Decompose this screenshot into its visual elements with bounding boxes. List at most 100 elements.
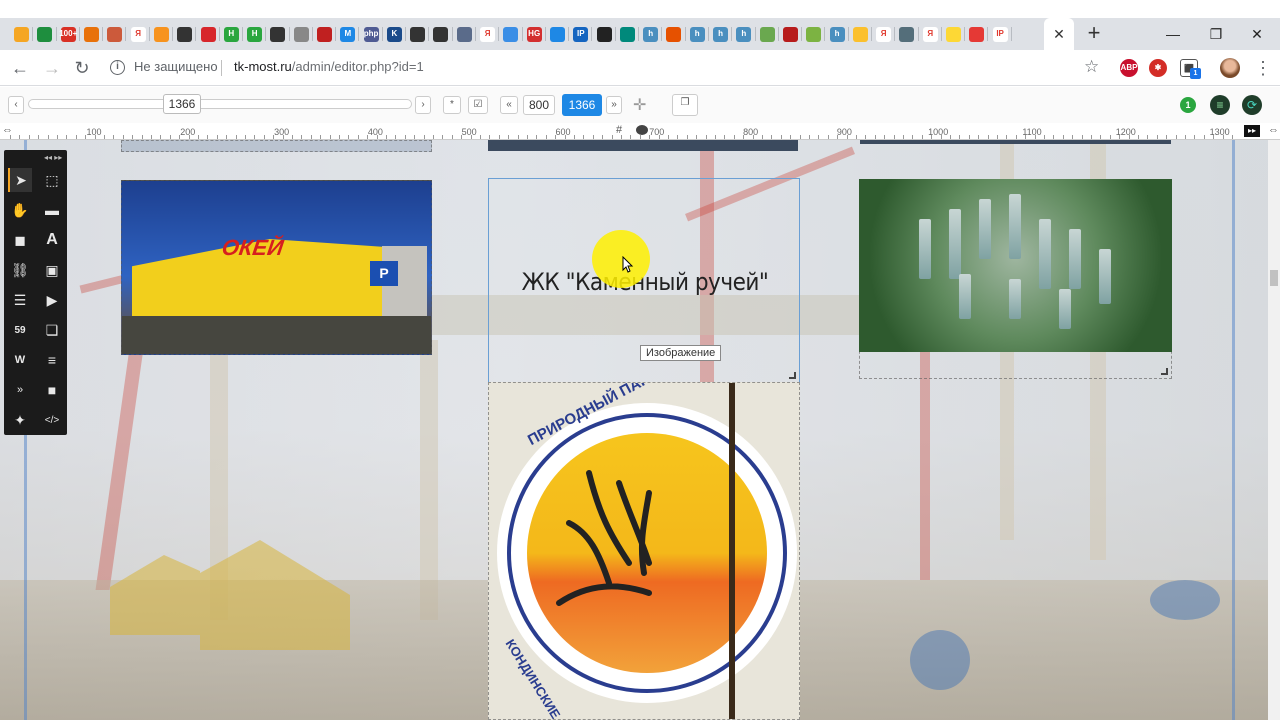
image-tool-icon[interactable]: ▣ [40, 258, 64, 282]
tab[interactable] [290, 18, 314, 50]
link-tool-icon[interactable]: ⛓ [8, 258, 32, 282]
tab[interactable]: Я [872, 18, 896, 50]
hand-tool-icon[interactable]: ✋ [8, 198, 32, 222]
tab[interactable]: h [639, 18, 663, 50]
profile-avatar[interactable] [1220, 58, 1240, 78]
block-above-left[interactable] [121, 140, 432, 152]
tab[interactable] [429, 18, 453, 50]
active-tab[interactable]: ✕ [1044, 18, 1074, 50]
close-window-button[interactable]: ✕ [1234, 18, 1280, 50]
tab[interactable]: Я [126, 18, 151, 50]
tab[interactable] [756, 18, 780, 50]
tab[interactable]: Н [243, 18, 267, 50]
shape-tool-icon[interactable]: ■ [40, 378, 64, 402]
block-tool-icon[interactable]: ◼ [8, 228, 32, 252]
resize-handle[interactable] [1161, 368, 1168, 375]
tab[interactable] [802, 18, 826, 50]
tab[interactable]: HG [523, 18, 547, 50]
handshake-tool-icon[interactable]: ✦ [8, 408, 32, 432]
tab[interactable]: h [732, 18, 756, 50]
copy-pages-icon[interactable]: ❐ [672, 94, 698, 116]
slider-right-button[interactable]: › [415, 96, 431, 114]
text-tool-icon[interactable]: A [40, 228, 64, 252]
image-okey-store[interactable]: ОКЕЙ P [121, 180, 432, 355]
video-tool-icon[interactable]: ▶ [40, 288, 64, 312]
tab[interactable] [895, 18, 919, 50]
browser-menu-icon[interactable]: ⋮ [1254, 56, 1272, 80]
tab[interactable] [965, 18, 989, 50]
tab[interactable] [499, 18, 523, 50]
word-tool-icon[interactable]: W [8, 348, 32, 372]
tab[interactable]: h [709, 18, 733, 50]
sync-icon[interactable]: ⟳ [1242, 95, 1262, 115]
image-park-logo[interactable]: ПРИРОДНЫЙ ПАРК КОНДИНСКИЕ ОЗ [488, 382, 800, 720]
slider-value[interactable]: 1366 [163, 94, 201, 114]
ruler-resize-right-icon[interactable]: ⇔ [1268, 124, 1279, 136]
width-1366-button[interactable]: 1366 [562, 94, 602, 116]
tab[interactable] [662, 18, 686, 50]
tab[interactable] [33, 18, 57, 50]
tab[interactable]: Я [919, 18, 943, 50]
width-800-button[interactable]: 800 [523, 95, 555, 115]
toolbox-collapse-icon[interactable]: ◂◂ ▸▸ [44, 153, 62, 162]
tab[interactable] [779, 18, 803, 50]
next-width-button[interactable]: » [606, 96, 622, 114]
tab[interactable] [406, 18, 430, 50]
restore-button[interactable]: ❐ [1193, 18, 1239, 50]
back-button[interactable]: ← [8, 56, 32, 80]
layers-icon[interactable]: ≡ [1210, 95, 1230, 115]
info-icon[interactable]: i [110, 60, 125, 75]
scrollbar-thumb[interactable] [1270, 270, 1278, 286]
menu-tool-icon[interactable]: ≡ [40, 348, 64, 372]
minimize-button[interactable]: — [1150, 18, 1196, 50]
image-aerial-complex[interactable] [859, 179, 1172, 352]
tab[interactable]: Н [220, 18, 244, 50]
slider-tool-icon[interactable]: » [8, 378, 32, 402]
tab[interactable]: M [336, 18, 360, 50]
asterisk-button[interactable]: * [443, 96, 461, 114]
tab[interactable]: h [686, 18, 710, 50]
lastpass-icon[interactable]: ✱ [1149, 59, 1167, 77]
tab[interactable] [942, 18, 966, 50]
adblock-plus-icon[interactable]: ABP [1120, 59, 1138, 77]
ruler-expand-icon[interactable]: ▸▸ [1244, 125, 1260, 137]
tab[interactable] [10, 18, 34, 50]
notification-badge[interactable]: 1 [1180, 97, 1196, 113]
tab[interactable]: K [383, 18, 407, 50]
tab[interactable]: h [825, 18, 849, 50]
prev-width-button[interactable]: « [500, 96, 518, 114]
strip-tool-icon[interactable]: ▬ [40, 198, 64, 222]
checkbox-toggle-button[interactable]: ☑ [468, 96, 488, 114]
counter-tool-icon[interactable]: 59 [8, 318, 32, 342]
reload-button[interactable]: ↻ [70, 56, 94, 80]
code-tool-icon[interactable]: </> [40, 408, 64, 432]
address-bar[interactable]: i Не защищено tk-most.ru/admin/editor.ph… [104, 55, 1114, 81]
block-above-right[interactable] [860, 140, 1171, 144]
ruler-marker-icon[interactable] [636, 125, 648, 135]
slider-left-button[interactable]: ‹ [8, 96, 24, 114]
tab[interactable]: IP [988, 18, 1013, 50]
resize-handle[interactable] [789, 372, 796, 379]
tab[interactable] [592, 18, 617, 50]
tab[interactable]: IP [569, 18, 593, 50]
tab[interactable] [173, 18, 197, 50]
list-tool-icon[interactable]: ☰ [8, 288, 32, 312]
canvas-scrollbar[interactable] [1268, 140, 1280, 720]
tab[interactable]: Я [476, 18, 500, 50]
add-width-icon[interactable]: ✛ [633, 95, 646, 115]
tab[interactable] [266, 18, 290, 50]
tab[interactable] [849, 18, 873, 50]
block-above-center[interactable] [488, 140, 798, 151]
close-tab-icon[interactable]: ✕ [1053, 26, 1065, 43]
tab[interactable] [150, 18, 174, 50]
tab[interactable] [196, 18, 220, 50]
width-slider[interactable] [28, 99, 412, 109]
select-tool-icon[interactable]: ➤ [8, 168, 32, 192]
url-text[interactable]: tk-most.ru/admin/editor.php?id=1 [234, 59, 424, 74]
new-tab-button[interactable]: + [1082, 22, 1106, 46]
forward-button[interactable]: → [40, 56, 64, 80]
gallery-tool-icon[interactable]: ❏ [40, 318, 64, 342]
tab[interactable] [103, 18, 127, 50]
bookmark-star-icon[interactable]: ☆ [1084, 57, 1099, 77]
tab[interactable] [616, 18, 640, 50]
